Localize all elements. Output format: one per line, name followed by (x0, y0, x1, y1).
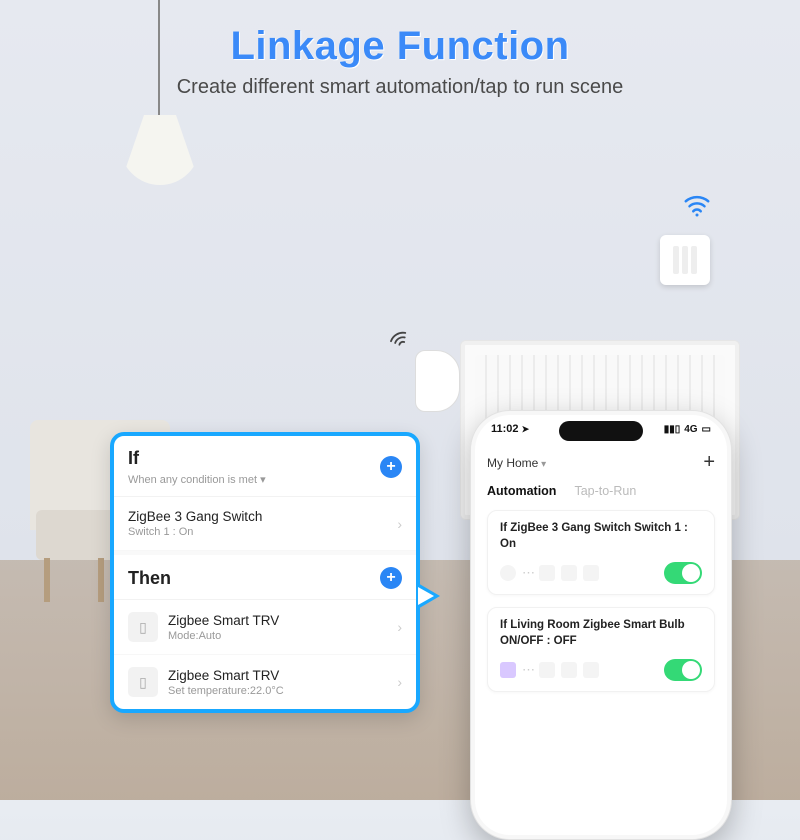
automation-card[interactable]: If Living Room Zigbee Smart Bulb ON/OFF … (487, 607, 715, 692)
plus-icon: + (386, 458, 395, 476)
add-automation-button[interactable]: + (703, 451, 715, 474)
then-action-item[interactable]: ▯ Zigbee Smart TRV Mode:Auto › (114, 600, 416, 655)
plus-icon: + (386, 569, 395, 587)
tab-tap-to-run[interactable]: Tap-to-Run (574, 484, 636, 498)
chevron-right-icon: › (397, 516, 402, 532)
device-icon (583, 565, 599, 581)
automation-flow-icons: ⋯ (500, 662, 599, 678)
if-section: If When any condition is met ▾ + (114, 436, 416, 497)
device-thumb-icon: ▯ (128, 612, 158, 642)
home-selector[interactable]: My Home (487, 456, 546, 470)
automation-card-title: If ZigBee 3 Gang Switch Switch 1 : On (500, 521, 702, 552)
automation-card[interactable]: If ZigBee 3 Gang Switch Switch 1 : On ⋯ (487, 510, 715, 595)
automation-callout: If When any condition is met ▾ + ZigBee … (110, 432, 420, 713)
tab-row: Automation Tap-to-Run (487, 484, 715, 498)
phone-notch (559, 421, 643, 441)
if-label: If (128, 448, 266, 469)
then-item-sub: Mode:Auto (168, 630, 387, 642)
arrow-icon: ⋯ (522, 662, 533, 678)
trv-device (415, 350, 460, 412)
trigger-icon (500, 662, 516, 678)
then-label: Then (128, 568, 171, 589)
if-item-title: ZigBee 3 Gang Switch (128, 509, 387, 524)
arrow-icon: ⋯ (522, 565, 533, 581)
wifi-signal-large-icon (682, 190, 712, 227)
device-icon (539, 662, 555, 678)
network-label: 4G (684, 424, 697, 435)
signal-icon: ▮▮▯ (664, 424, 681, 435)
status-time: 11:02 ➤ (491, 423, 529, 435)
battery-icon: ▭ (702, 424, 711, 435)
then-item-title: Zigbee Smart TRV (168, 668, 387, 683)
chevron-right-icon: › (397, 674, 402, 690)
headline: Linkage Function (0, 24, 800, 69)
phone-mockup: 11:02 ➤ ▮▮▯ 4G ▭ My Home + Automation Ta… (470, 410, 732, 840)
automation-card-title: If Living Room Zigbee Smart Bulb ON/OFF … (500, 618, 702, 649)
add-condition-button[interactable]: + (380, 456, 402, 478)
if-item-sub: Switch 1 : On (128, 526, 387, 538)
device-icon (539, 565, 555, 581)
if-condition-item[interactable]: ZigBee 3 Gang Switch Switch 1 : On › (114, 497, 416, 551)
then-section: Then + (114, 551, 416, 600)
location-icon: ➤ (522, 424, 530, 434)
device-thumb-icon: ▯ (128, 667, 158, 697)
automation-flow-icons: ⋯ (500, 565, 599, 581)
then-item-sub: Set temperature:22.0°C (168, 685, 387, 697)
automation-toggle[interactable] (664, 659, 702, 681)
wall-switch (660, 235, 710, 285)
then-action-item[interactable]: ▯ Zigbee Smart TRV Set temperature:22.0°… (114, 655, 416, 709)
device-icon (561, 662, 577, 678)
if-condition-mode[interactable]: When any condition is met ▾ (128, 473, 266, 486)
tab-automation[interactable]: Automation (487, 484, 556, 498)
trigger-icon (500, 565, 516, 581)
automation-toggle[interactable] (664, 562, 702, 584)
add-action-button[interactable]: + (380, 567, 402, 589)
callout-pointer-icon (416, 582, 440, 610)
subheadline: Create different smart automation/tap to… (0, 76, 800, 99)
device-icon (583, 662, 599, 678)
chevron-right-icon: › (397, 619, 402, 635)
device-icon (561, 565, 577, 581)
then-item-title: Zigbee Smart TRV (168, 613, 387, 628)
